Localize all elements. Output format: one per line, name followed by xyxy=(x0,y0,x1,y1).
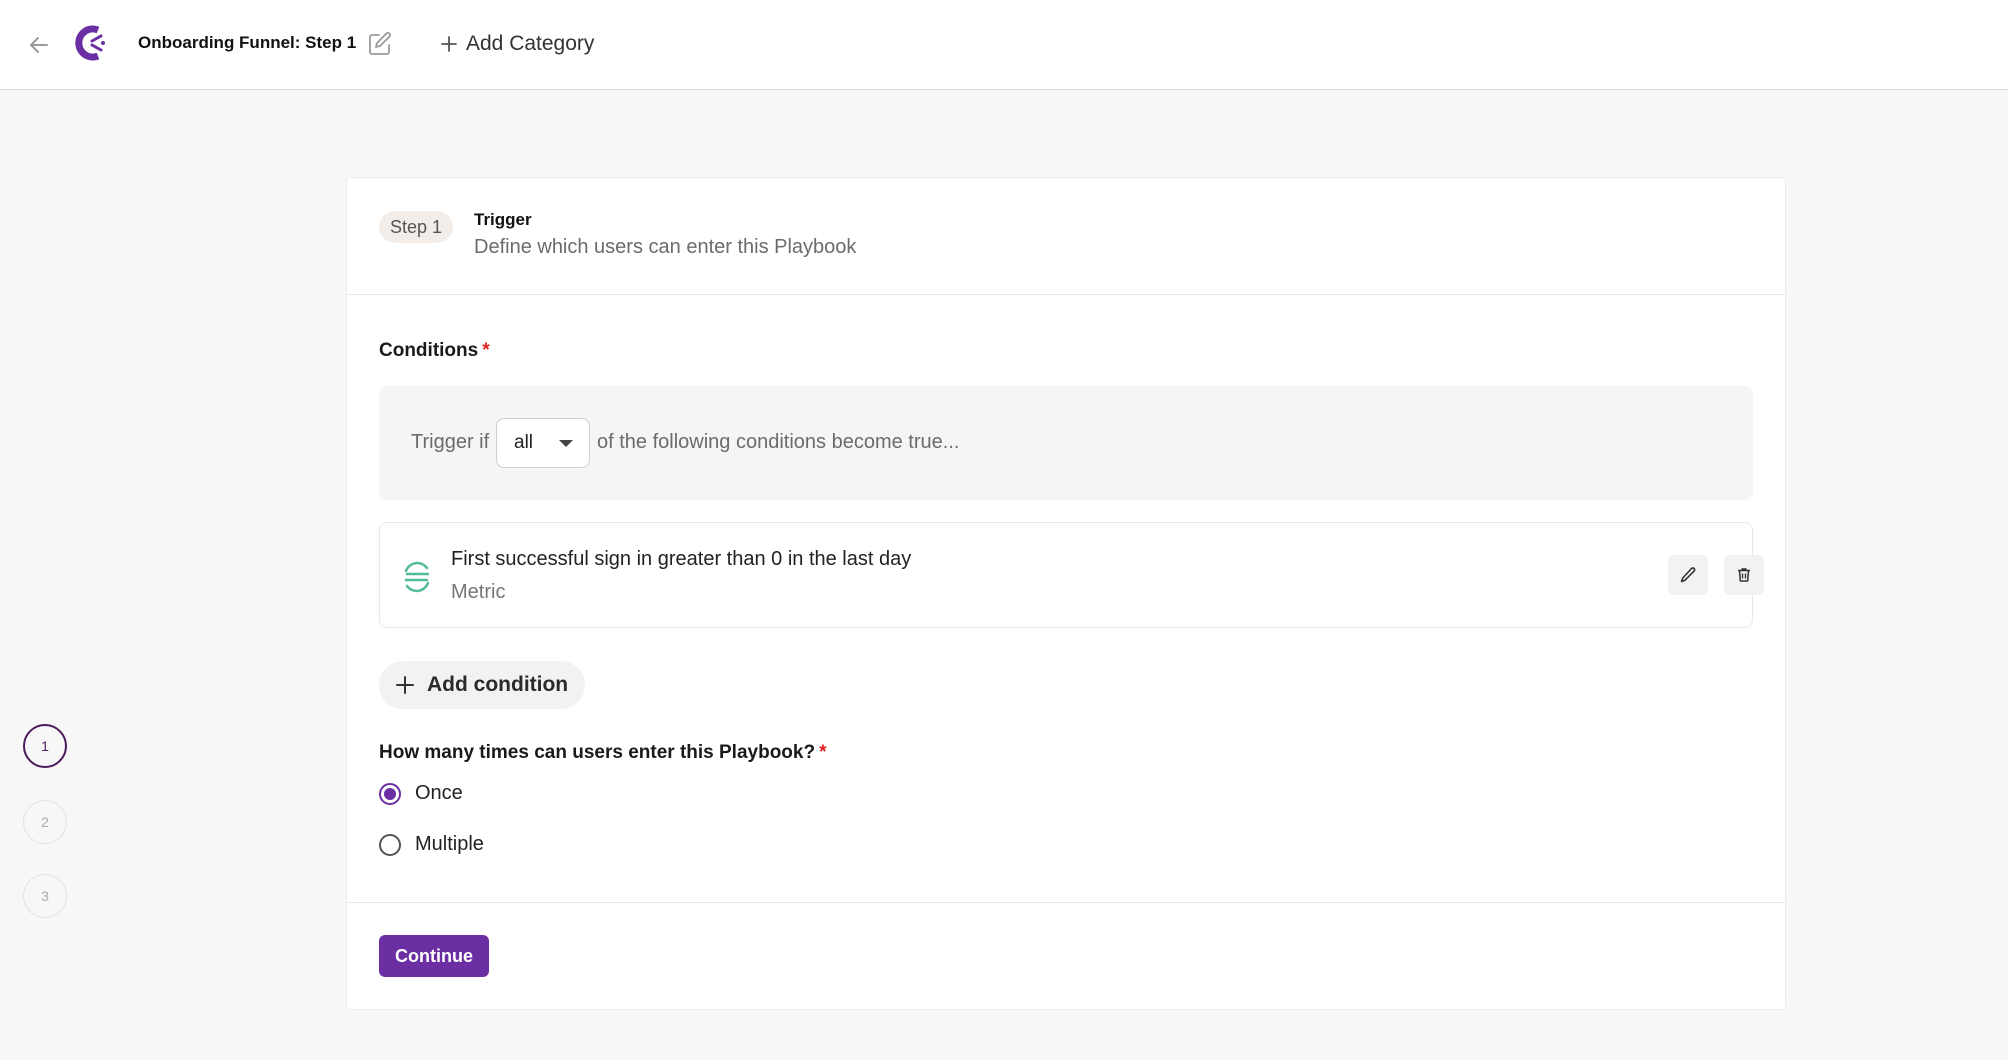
pencil-icon xyxy=(1680,567,1696,583)
trigger-card: Step 1 Trigger Define which users can en… xyxy=(346,177,1786,1010)
stepper-step-1[interactable]: 1 xyxy=(23,724,67,768)
page-title: Onboarding Funnel: Step 1 xyxy=(138,33,357,52)
arrow-left-icon xyxy=(30,37,48,53)
step-badge: Step 1 xyxy=(379,211,454,243)
plus-icon xyxy=(441,36,457,52)
radio-option-once[interactable]: Once xyxy=(379,782,463,805)
required-mark: * xyxy=(819,742,827,763)
add-category-button[interactable]: Add Category xyxy=(440,28,594,60)
condition-type: Metric xyxy=(451,581,506,603)
stepper-step-3[interactable]: 3 xyxy=(23,874,67,918)
top-bar: Onboarding Funnel: Step 1 Add Category xyxy=(0,0,2008,90)
footer-divider xyxy=(347,902,1785,903)
card-header: Step 1 Trigger Define which users can en… xyxy=(347,178,1785,295)
delete-condition-button[interactable] xyxy=(1724,555,1764,595)
edit-condition-button[interactable] xyxy=(1668,555,1708,595)
required-mark: * xyxy=(482,340,490,361)
pencil-square-icon xyxy=(369,32,391,55)
radio-button[interactable] xyxy=(379,833,401,856)
logo-icon xyxy=(75,25,105,61)
trigger-suffix: of the following conditions become true.… xyxy=(597,431,960,453)
add-category-label: Add Category xyxy=(466,32,595,55)
conditions-label-text: Conditions xyxy=(379,340,479,361)
segment-icon xyxy=(404,561,430,593)
radio-button[interactable] xyxy=(379,782,401,805)
caret-down-icon xyxy=(559,440,573,447)
radio-label: Once xyxy=(415,782,463,804)
trigger-rule-box: Trigger if all of the following conditio… xyxy=(379,386,1753,500)
edit-title-button[interactable] xyxy=(364,28,396,60)
continue-button[interactable]: Continue xyxy=(379,935,489,977)
add-condition-button[interactable]: Add condition xyxy=(379,661,586,709)
trigger-prefix: Trigger if xyxy=(411,431,490,453)
trigger-match-select[interactable]: all xyxy=(496,418,590,468)
radio-label: Multiple xyxy=(415,833,484,855)
entry-question-text: How many times can users enter this Play… xyxy=(379,742,816,763)
condition-title: First successful sign in greater than 0 … xyxy=(451,548,912,570)
radio-option-multiple[interactable]: Multiple xyxy=(379,833,484,856)
condition-item: First successful sign in greater than 0 … xyxy=(379,522,1764,628)
trash-icon xyxy=(1738,568,1750,582)
plus-icon xyxy=(396,676,414,694)
conditions-label: Conditions * xyxy=(379,340,490,362)
card-title: Trigger xyxy=(474,210,532,229)
back-button[interactable] xyxy=(24,30,54,60)
card-subtitle: Define which users can enter this Playbo… xyxy=(474,236,857,258)
entry-question: How many times can users enter this Play… xyxy=(379,742,827,764)
stepper-step-2[interactable]: 2 xyxy=(23,800,67,844)
trigger-match-value: all xyxy=(514,432,534,453)
add-condition-label: Add condition xyxy=(427,673,569,696)
